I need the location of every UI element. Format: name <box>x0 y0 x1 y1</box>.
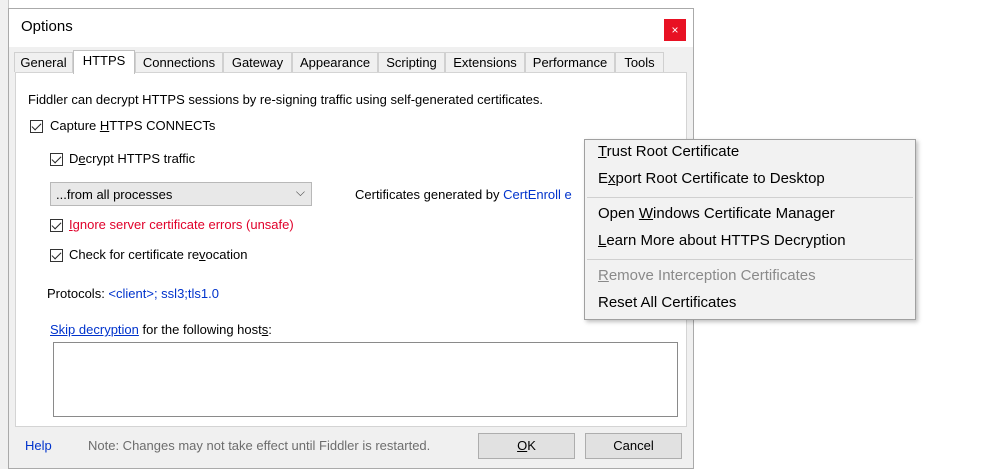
ignore-errors-label[interactable]: Ignore server certificate errors (unsafe… <box>69 217 294 232</box>
revocation-label[interactable]: Check for certificate revocation <box>69 247 247 262</box>
skip-hosts-textarea[interactable] <box>53 342 678 417</box>
tab-https[interactable]: HTTPS <box>73 50 135 74</box>
chevron-down-icon: ⌵ <box>295 185 305 199</box>
cancel-button[interactable]: Cancel <box>585 433 682 459</box>
title-bar: Options × <box>9 9 693 47</box>
skip-decryption-line: Skip decryption for the following hosts: <box>50 322 272 337</box>
tab-general[interactable]: General <box>14 52 73 72</box>
tab-connections[interactable]: Connections <box>135 52 223 72</box>
tab-gateway[interactable]: Gateway <box>223 52 292 72</box>
restart-note: Note: Changes may not take effect until … <box>88 438 431 453</box>
close-button[interactable]: × <box>664 19 686 41</box>
menu-reset-all-certificates[interactable]: Reset All Certificates <box>598 294 736 311</box>
intro-text: Fiddler can decrypt HTTPS sessions by re… <box>28 92 543 107</box>
ok-button[interactable]: OK <box>478 433 575 459</box>
certenroll-link[interactable]: CertEnroll e <box>503 187 572 202</box>
tab-tools[interactable]: Tools <box>615 52 664 72</box>
menu-learn-more[interactable]: Learn More about HTTPS Decryption <box>598 232 846 249</box>
protocols-line: Protocols: <client>; ssl3;tls1.0 <box>47 286 219 301</box>
tab-appearance[interactable]: Appearance <box>292 52 378 72</box>
menu-separator <box>587 197 913 198</box>
capture-https-label[interactable]: Capture HTTPS CONNECTs <box>50 118 215 133</box>
menu-open-windows-cert-manager[interactable]: Open Windows Certificate Manager <box>598 205 835 222</box>
capture-https-checkbox[interactable] <box>30 120 43 133</box>
help-link[interactable]: Help <box>25 438 52 453</box>
decrypt-https-label[interactable]: Decrypt HTTPS traffic <box>69 151 195 166</box>
menu-separator <box>587 259 913 260</box>
skip-decryption-link[interactable]: Skip decryption <box>50 322 139 337</box>
tab-scripting[interactable]: Scripting <box>378 52 445 72</box>
menu-remove-interception-certificates: Remove Interception Certificates <box>598 267 816 284</box>
actions-menu: Trust Root Certificate Export Root Certi… <box>584 139 916 320</box>
dialog-title: Options <box>21 18 73 35</box>
decrypt-https-checkbox[interactable] <box>50 153 63 166</box>
protocols-link[interactable]: <client>; ssl3;tls1.0 <box>108 286 219 301</box>
ignore-errors-checkbox[interactable] <box>50 219 63 232</box>
process-filter-select[interactable]: ...from all processes ⌵ <box>50 182 312 206</box>
close-icon: × <box>671 23 679 37</box>
menu-trust-root-certificate[interactable]: Trust Root Certificate <box>598 143 739 160</box>
tab-extensions[interactable]: Extensions <box>445 52 525 72</box>
tab-performance[interactable]: Performance <box>525 52 615 72</box>
menu-export-root-certificate[interactable]: Export Root Certificate to Desktop <box>598 170 825 187</box>
revocation-checkbox[interactable] <box>50 249 63 262</box>
process-filter-value: ...from all processes <box>56 187 173 202</box>
certs-generated-text: Certificates generated by CertEnroll e <box>355 187 572 202</box>
